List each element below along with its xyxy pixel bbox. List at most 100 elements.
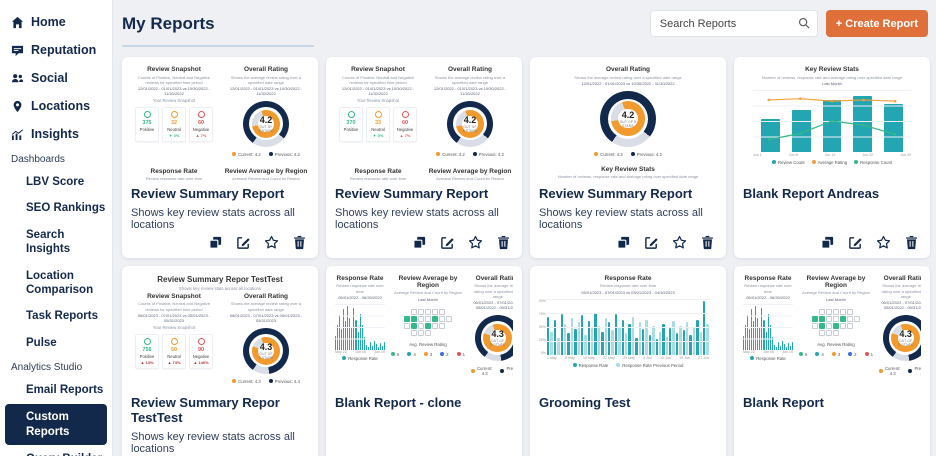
report-card[interactable]: Response Rate Review response rate over t…	[326, 265, 522, 456]
sentiment-label: Negative	[192, 126, 210, 132]
report-card-title: Review Summary Repor TestTest	[131, 394, 280, 425]
report-card[interactable]: Review Summary Repor TestTest Shows key r…	[122, 265, 318, 456]
report-card[interactable]: Response Rate Review response rate over t…	[734, 265, 930, 456]
legend-item: 1	[864, 352, 873, 357]
rating-sub: OUT OF 5 STARS	[258, 351, 274, 360]
map-state	[404, 309, 410, 315]
home-icon	[11, 16, 24, 29]
report-card[interactable]: Key Review Stats Number of reviews, respo…	[734, 57, 930, 258]
map-state	[854, 330, 860, 336]
legend-item: Current: 4.3	[878, 366, 900, 376]
map-state	[812, 309, 818, 315]
sidebar-item-task-reports[interactable]: Task Reports	[0, 303, 112, 329]
report-thumbnail: Review Summary Repor TestTest Shows key r…	[131, 273, 309, 389]
legend-label: Current: 4.3	[238, 378, 261, 384]
map-state	[424, 322, 431, 329]
legend-label: Response Rate	[578, 362, 609, 368]
favorite-star-icon[interactable]	[672, 235, 687, 250]
panel-desc: Review response rate over time	[744, 283, 792, 294]
legend-label: Review Count	[777, 159, 805, 165]
sidebar-item-insights[interactable]: Insights	[0, 120, 112, 148]
sentiment-boxes: 370 Positive 33 Neutral ▼ 0% 60 Negative ▲ 7%	[335, 106, 421, 142]
report-card[interactable]: Response Rate Review response rate over t…	[530, 265, 726, 456]
sidebar-item-search-insights[interactable]: Search Insights	[0, 222, 112, 263]
panel-desc: Review response rate over time	[145, 176, 203, 180]
search-input[interactable]	[649, 10, 818, 37]
legend-swatch	[594, 152, 599, 157]
panel-dates: 06/01/2023 - 07/01/2023 vs 05/01/2023 - …	[229, 312, 303, 323]
page-title: My Reports	[122, 13, 215, 33]
sidebar-item-email-reports[interactable]: Email Reports	[0, 377, 112, 403]
edit-icon[interactable]	[236, 235, 251, 250]
sidebar-item-home[interactable]: Home	[0, 8, 112, 36]
panel-desc: Review response rate over time	[349, 176, 407, 180]
delete-trash-icon[interactable]	[904, 235, 919, 250]
duplicate-icon[interactable]	[208, 235, 223, 250]
edit-icon[interactable]	[848, 235, 863, 250]
duplicate-icon[interactable]	[820, 235, 835, 250]
delete-trash-icon[interactable]	[700, 235, 715, 250]
create-report-button[interactable]: + Create Report	[825, 10, 928, 37]
map-state	[410, 322, 417, 329]
panel-title: Response Rate	[354, 167, 402, 175]
x-label: Jun 19	[374, 349, 385, 354]
edit-icon[interactable]	[440, 235, 455, 250]
sentiment-box-negative: 60 Negative ▲ 7%	[189, 106, 213, 142]
report-card[interactable]: Review Snapshot Counts of Positive, Neutr…	[122, 57, 318, 258]
sidebar-item-custom-reports[interactable]: Custom Reports	[5, 404, 107, 446]
panel-title: Overall Rating	[447, 66, 493, 73]
sidebar-item-seo-rankings[interactable]: SEO Rankings	[0, 195, 112, 221]
panel-title: Overall Rating	[475, 274, 513, 282]
duplicate-icon[interactable]	[412, 235, 427, 250]
favorite-star-icon[interactable]	[468, 235, 483, 250]
map-state	[839, 315, 846, 322]
overall-rating-panel: Overall RatingShows the average review r…	[223, 291, 309, 384]
legend-item: Average Rating	[811, 159, 848, 165]
sidebar-item-label: Home	[31, 15, 66, 29]
favorite-star-icon[interactable]	[264, 235, 279, 250]
panel-footer: Response Rate Review response rate over t…	[335, 166, 421, 180]
sentiment-face-icon	[197, 110, 205, 118]
x-label: May 22	[335, 349, 347, 354]
legend-item: 4	[815, 351, 824, 357]
delete-trash-icon[interactable]	[496, 235, 511, 250]
sentiment-box-negative: 90 Negative ▲ 140%	[189, 333, 213, 369]
delete-trash-icon[interactable]	[292, 235, 307, 250]
x-label: 5 Jun	[643, 355, 652, 360]
sidebar-item-pulse[interactable]: Pulse	[0, 330, 112, 356]
duplicate-icon[interactable]	[616, 235, 631, 250]
map-state	[846, 315, 853, 322]
map-state	[854, 309, 860, 315]
snapshot-link: Your Review Snapshot	[152, 97, 196, 103]
legend-label: Average Rating	[817, 159, 848, 165]
review-snapshot-panel: Review Snapshot Counts of Positive, Neutr…	[335, 64, 421, 157]
legend-swatch	[407, 352, 412, 357]
favorite-star-icon[interactable]	[876, 235, 891, 250]
report-card[interactable]: Overall Rating Shows the average review r…	[530, 57, 726, 258]
sidebar-item-query-builder[interactable]: Query Builder	[0, 446, 112, 456]
sidebar-item-social[interactable]: Social	[0, 64, 112, 92]
insights-icon	[11, 128, 24, 141]
overall-rating-panel: Overall RatingShows the average review r…	[470, 273, 513, 376]
edit-icon[interactable]	[644, 235, 659, 250]
sidebar-nav: Home Reputation Social Locations Insights Das…	[0, 8, 112, 456]
rating-value: 4.2	[621, 109, 635, 120]
report-card[interactable]: Review Snapshot Counts of Positive, Neutr…	[326, 57, 522, 258]
sidebar-item-location-comparison[interactable]: Location Comparison	[0, 263, 112, 304]
sidebar-item-lbv-score[interactable]: LBV Score	[0, 169, 112, 195]
report-thumbnail: Response Rate Review response rate over t…	[335, 273, 513, 389]
legend-item: 1	[456, 352, 465, 357]
map-state	[832, 322, 839, 329]
review-snapshot-panel: Review Snapshot Counts of Positive, Neutr…	[131, 64, 217, 157]
chart-legend: Current: 4.3 Previous: 4.4	[223, 379, 309, 384]
donut-center-label: 4.3 OUT OF 5 STARS	[897, 329, 914, 347]
sidebar-item-reputation[interactable]: Reputation	[0, 36, 112, 64]
map-state	[432, 330, 438, 336]
locations-icon	[11, 100, 24, 113]
legend-label: 4	[821, 351, 824, 357]
chart-legend: Current: 4.3 Previous: 4.4	[878, 366, 921, 376]
reports-grid: Review Snapshot Counts of Positive, Neutr…	[113, 47, 936, 456]
sidebar-item-locations[interactable]: Locations	[0, 92, 112, 120]
report-thumbnail: Key Review Stats Number of reviews, respo…	[743, 64, 921, 180]
search-icon	[798, 17, 810, 29]
